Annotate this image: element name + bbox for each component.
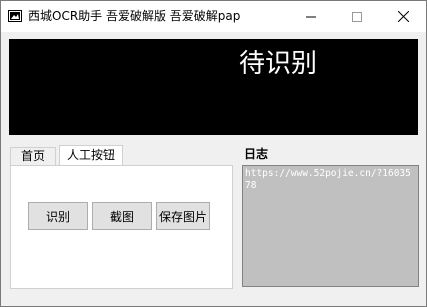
- minimize-button[interactable]: [288, 1, 334, 32]
- tab-home[interactable]: 首页: [10, 147, 56, 165]
- app-window: 西城OCR助手 吾爱破解版 吾爱破解pap 待识别 首页 人工按钮 识别 截图 …: [0, 0, 427, 307]
- minimize-icon: [306, 16, 316, 17]
- title-bar[interactable]: 西城OCR助手 吾爱破解版 吾爱破解pap: [1, 1, 426, 32]
- recognize-button[interactable]: 识别: [28, 202, 88, 230]
- maximize-button[interactable]: [334, 1, 380, 32]
- app-icon: [8, 10, 22, 22]
- close-button[interactable]: [380, 1, 426, 32]
- screenshot-button[interactable]: 截图: [92, 202, 152, 230]
- status-text: 待识别: [239, 49, 318, 79]
- close-icon: [397, 11, 409, 22]
- window-title: 西城OCR助手 吾爱破解版 吾爱破解pap: [28, 9, 241, 23]
- tab-manual-buttons[interactable]: 人工按钮: [59, 145, 123, 166]
- log-textarea[interactable]: https://www.52pojie.cn/?1603578: [242, 165, 419, 287]
- tab-panel: 识别 截图 保存图片: [10, 165, 233, 289]
- log-content: https://www.52pojie.cn/?1603578: [245, 168, 411, 191]
- save-image-button[interactable]: 保存图片: [156, 202, 210, 230]
- log-label: 日志: [244, 147, 269, 161]
- maximize-icon: [352, 11, 362, 22]
- ocr-display-panel: 待识别: [9, 39, 418, 135]
